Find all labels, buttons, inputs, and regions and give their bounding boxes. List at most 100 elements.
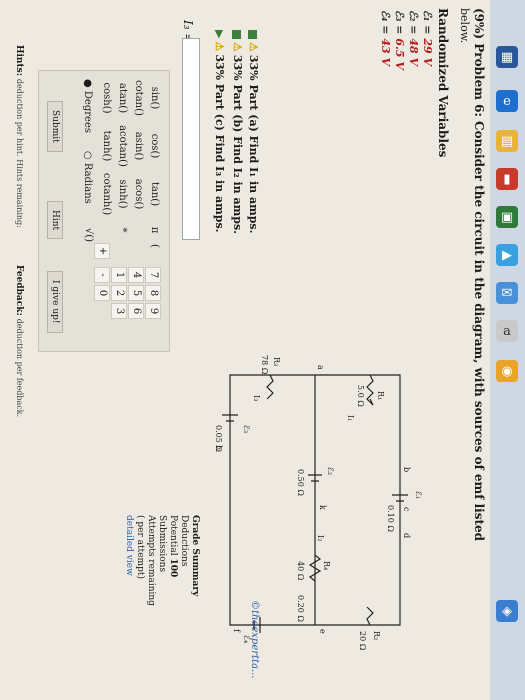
key-5[interactable]: 5 xyxy=(128,285,144,301)
grade-submissions: Submissions xyxy=(157,515,167,573)
node-f: f xyxy=(232,629,241,633)
warning-icon: ⚠ xyxy=(247,42,260,52)
answer-input[interactable] xyxy=(182,38,200,240)
radians-radio[interactable]: ○ Radians xyxy=(82,151,93,204)
label-i1: I₁ xyxy=(346,415,355,421)
label-r-int1: 0.10 Ω xyxy=(386,505,395,532)
variable-e4: ℰ₄ = 43 V xyxy=(379,10,392,67)
grade-attempts: Attempts remaining xyxy=(146,515,156,606)
task-view-icon[interactable]: ▦ xyxy=(496,46,518,68)
check-icon xyxy=(232,30,242,39)
label-e2: ℰ₂ xyxy=(326,467,335,475)
grade-per-attempt: ( per attempt) xyxy=(135,515,145,579)
key-cosh[interactable]: cosh() xyxy=(99,75,113,121)
label-r4: R₄ xyxy=(322,561,331,570)
key-plus[interactable]: + xyxy=(94,243,110,259)
circuit-diagram: ℰ₁ 0.10 Ω R₁ 5.0 Ω I₁ ℰ₂ R₂ 20 Ω 0.50 Ω … xyxy=(214,355,423,651)
key-7[interactable]: 7 xyxy=(145,267,161,283)
node-e: e xyxy=(318,629,327,634)
key-3[interactable]: 3 xyxy=(111,303,127,319)
node-d: d xyxy=(402,533,411,538)
label-r-int2: 0.50 Ω xyxy=(296,469,305,496)
key-1[interactable]: 1 xyxy=(111,267,127,283)
key-asin[interactable]: asin() xyxy=(131,123,145,169)
key-0[interactable]: 0 xyxy=(94,285,110,301)
key-multiply[interactable]: * xyxy=(115,223,129,237)
key-minus[interactable]: - xyxy=(94,267,110,283)
expertta-brand: ©theexpertta... xyxy=(249,600,260,679)
label-r3-val: 78 Ω xyxy=(260,355,269,375)
node-h: h xyxy=(214,445,223,450)
label-i3: I₃ xyxy=(252,395,261,401)
key-cos[interactable]: cos() xyxy=(147,123,161,169)
label-r1-val: 5.0 Ω xyxy=(356,385,365,407)
key-2[interactable]: 2 xyxy=(111,285,127,301)
edge-browser-icon[interactable]: e xyxy=(496,90,518,112)
key-pi[interactable]: π xyxy=(147,223,161,237)
variable-e2: ℰ₂ = 48 V xyxy=(407,10,420,67)
file-explorer-icon[interactable]: ▤ xyxy=(496,130,518,152)
warning-icon: ⚠ xyxy=(213,41,226,52)
grade-deductions: Deductions xyxy=(179,515,189,567)
key-tan[interactable]: tan() xyxy=(147,171,161,217)
submit-button[interactable]: Submit xyxy=(47,101,63,152)
grade-potential-value: 100 xyxy=(168,558,178,578)
key-cotanh[interactable]: cotanh() xyxy=(99,171,113,217)
key-sin[interactable]: sin() xyxy=(147,75,161,121)
part-c[interactable]: ▶⚠33% Part (c) Find I₃ in amps. xyxy=(213,30,226,232)
key-open-paren[interactable]: ( xyxy=(147,239,161,253)
label-r-int4: 0.20 Ω xyxy=(296,595,305,622)
key-cotan[interactable]: cotan() xyxy=(131,75,145,121)
key-9[interactable]: 9 xyxy=(145,303,161,319)
warning-icon: ⚠ xyxy=(231,42,244,52)
label-r3: R₃ xyxy=(272,357,281,366)
check-icon xyxy=(248,30,258,39)
grade-potential: Potential xyxy=(168,515,178,556)
problem-page: (9%) Problem 6: Consider the circuit in … xyxy=(0,0,490,700)
taskbar: ▦ e ▤ ▮ ▣ ▶ ✉ a ◉ ◈ xyxy=(490,0,525,700)
expand-arrow-icon: ▶ xyxy=(213,30,226,39)
label-r4-val: 40 Ω xyxy=(296,561,305,581)
variable-e3: ℰ₃ = 6.5 V xyxy=(393,10,406,70)
node-b: b xyxy=(402,467,411,472)
problem-title-cont: below. xyxy=(458,8,471,44)
key-6[interactable]: 6 xyxy=(128,303,144,319)
node-k: k xyxy=(318,505,327,510)
office-icon[interactable]: ▮ xyxy=(496,168,518,190)
calculator-keypad: sin() cos() tan() cotan() asin() acos() … xyxy=(38,70,170,352)
part-a[interactable]: ⚠33% Part (a) Find I₁ in amps. xyxy=(247,30,260,233)
key-sinh[interactable]: sinh() xyxy=(115,171,129,217)
mail-icon[interactable]: ✉ xyxy=(496,282,518,304)
degrees-radio[interactable]: ● Degrees xyxy=(82,79,93,133)
hint-button[interactable]: Hint xyxy=(47,201,63,240)
randomized-heading: Randomized Variables xyxy=(436,8,450,158)
app-icon[interactable]: ▶ xyxy=(496,244,518,266)
label-r2-val: 20 Ω xyxy=(358,631,367,651)
key-8[interactable]: 8 xyxy=(145,285,161,301)
variable-e1: ℰ₁ = 29 V xyxy=(421,10,434,67)
grade-heading: Grade Summary xyxy=(190,515,200,597)
key-acotan[interactable]: acotan() xyxy=(115,123,129,169)
detailed-view-link[interactable]: detailed view xyxy=(124,515,134,576)
label-e3: ℰ₃ xyxy=(242,425,251,433)
system-tray-icon[interactable]: ◈ xyxy=(496,600,518,622)
label-e1: ℰ₁ xyxy=(414,491,423,499)
key-tanh[interactable]: tanh() xyxy=(99,123,113,169)
key-atan[interactable]: atan() xyxy=(115,75,129,121)
label-i2: I₂ xyxy=(316,535,325,541)
key-sqrt[interactable]: √() xyxy=(81,223,95,247)
chrome-icon[interactable]: ◉ xyxy=(496,360,518,382)
label-r2: R₂ xyxy=(372,631,381,640)
label-r1: R₁ xyxy=(376,391,385,400)
hints-line: Hints: deduction per hint. Hints remaini… xyxy=(14,45,24,228)
node-a: a xyxy=(316,365,325,370)
feedback-line: Feedback: deduction per feedback. xyxy=(14,265,24,418)
app-a-icon[interactable]: a xyxy=(496,320,518,342)
part-b[interactable]: ⚠33% Part (b) Find I₂ in amps. xyxy=(231,30,244,234)
key-4[interactable]: 4 xyxy=(128,267,144,283)
grade-summary: Grade Summary Deductions Potential 100 S… xyxy=(123,515,200,606)
key-acos[interactable]: acos() xyxy=(131,171,145,217)
store-icon[interactable]: ▣ xyxy=(496,206,518,228)
node-c: c xyxy=(402,507,411,512)
give-up-button[interactable]: I give up! xyxy=(47,271,63,333)
